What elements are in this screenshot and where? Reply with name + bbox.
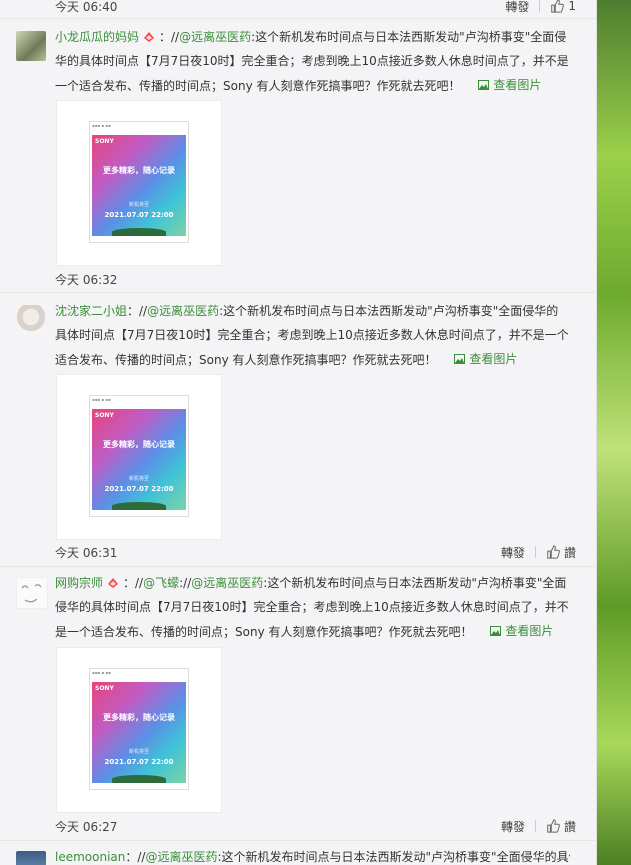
comment-item: 网购宗师 ：//@飞蠓://@远离巫医药:这个新机发布时间点与日本法西斯发动"卢沟… xyxy=(0,566,596,839)
thumbs-up-icon xyxy=(547,819,560,833)
repost-prefix: ：// xyxy=(127,304,148,318)
image-icon xyxy=(478,80,490,90)
view-image-link[interactable]: 查看图片 xyxy=(478,73,541,97)
avatar[interactable] xyxy=(16,577,48,609)
like-label: 讚 xyxy=(563,819,576,834)
poster-thumbnail: ▪▪▪ ▪ ▪▪ SONY 更多精彩，随心记录 新机将至 2021.07.07 … xyxy=(89,668,189,790)
comment-time: 今天 06:27 xyxy=(55,819,118,834)
poster-slogan: 更多精彩，随心记录 xyxy=(103,713,175,722)
poster-planet xyxy=(112,502,166,510)
like-button[interactable]: 讚 xyxy=(546,818,576,835)
poster-brand: SONY xyxy=(95,412,114,419)
poster-planet xyxy=(112,775,166,783)
comment-time: 今天 06:31 xyxy=(55,545,118,560)
like-label: 讚 xyxy=(563,545,576,560)
comment-item: 小龙瓜瓜的妈妈 ：//@远离巫医药:这个新机发布时间点与日本法西斯发动"卢沟桥事变… xyxy=(0,18,596,291)
divider xyxy=(539,0,541,12)
view-image-link[interactable]: 查看图片 xyxy=(454,347,517,371)
divider xyxy=(534,820,536,832)
poster-slogan: 更多精彩，随心记录 xyxy=(103,166,175,175)
comment-item: 沈沈家二小姐：//@远离巫医药:这个新机发布时间点与日本法西斯发动"卢沟桥事变"… xyxy=(0,292,596,565)
comment-text: 网购宗师 ：//@飞蠓://@远离巫医药:这个新机发布时间点与日本法西斯发动"卢沟… xyxy=(55,571,570,644)
poster-brand: SONY xyxy=(95,138,114,145)
view-image-link[interactable]: 查看图片 xyxy=(490,619,553,643)
divider xyxy=(534,546,536,558)
thumbs-up-icon xyxy=(547,545,560,559)
avatar[interactable] xyxy=(16,305,46,335)
repost-prefix: ：// xyxy=(123,576,144,590)
poster-date: 2021.07.07 22:00 xyxy=(104,485,174,493)
thumbs-up-icon xyxy=(551,0,565,13)
mention-link[interactable]: @远离巫医药 xyxy=(179,30,251,44)
username-link[interactable]: 沈沈家二小姐 xyxy=(55,304,127,318)
comment-text: 小龙瓜瓜的妈妈 ：//@远离巫医药:这个新机发布时间点与日本法西斯发动"卢沟桥事变… xyxy=(55,25,570,98)
poster-subtitle: 新机将至 xyxy=(128,476,149,482)
poster-subtitle: 新机将至 xyxy=(128,749,149,755)
username-link[interactable]: 小龙瓜瓜的妈妈 xyxy=(55,30,139,44)
comment-feed: 今天 06:40 轉發 1 小龙瓜瓜的妈妈 ：//@远离巫医药:这个新机发布时间点… xyxy=(0,0,597,865)
poster-header: ▪▪▪ ▪ ▪▪ xyxy=(92,670,111,675)
member-badge-icon xyxy=(144,32,155,42)
member-badge-icon xyxy=(108,578,119,588)
avatar[interactable] xyxy=(16,851,46,865)
poster-brand: SONY xyxy=(95,685,114,692)
background-photo-edge xyxy=(596,0,631,865)
comment-time: 今天 06:32 xyxy=(55,272,118,287)
comment-meta-row: 今天 06:31 轉發 讚 xyxy=(55,542,576,562)
poster-subtitle: 新机将至 xyxy=(128,202,149,208)
repost-separator: :// xyxy=(179,576,192,590)
poster-thumbnail: ▪▪▪ ▪ ▪▪ SONY 更多精彩，随心记录 新机将至 2021.07.07 … xyxy=(89,121,189,243)
forward-button[interactable]: 轉發 xyxy=(505,0,529,15)
avatar[interactable] xyxy=(16,31,46,61)
comment-meta-row: 今天 06:27 轉發 讚 xyxy=(55,816,576,836)
image-icon xyxy=(490,626,502,636)
view-image-label: 查看图片 xyxy=(493,78,542,92)
username-link[interactable]: leemoonian xyxy=(55,850,125,864)
attached-image[interactable]: ▪▪▪ ▪ ▪▪ SONY 更多精彩，随心记录 新机将至 2021.07.07 … xyxy=(56,647,222,813)
comment-meta-row: 今天 06:40 轉發 1 xyxy=(55,0,576,16)
comment-time: 今天 06:40 xyxy=(55,0,118,14)
like-button[interactable]: 讚 xyxy=(546,544,576,561)
repost-prefix: ：// xyxy=(125,850,146,864)
poster-thumbnail: ▪▪▪ ▪ ▪▪ SONY 更多精彩，随心记录 新机将至 2021.07.07 … xyxy=(89,395,189,517)
repost-prefix: ：// xyxy=(159,30,180,44)
poster-date: 2021.07.07 22:00 xyxy=(104,758,174,766)
avatar-doodle-icon xyxy=(21,584,42,603)
view-image-label: 查看图片 xyxy=(469,352,518,366)
poster-header: ▪▪▪ ▪ ▪▪ xyxy=(92,397,111,402)
attached-image[interactable]: ▪▪▪ ▪ ▪▪ SONY 更多精彩，随心记录 新机将至 2021.07.07 … xyxy=(56,100,222,266)
like-button[interactable]: 1 xyxy=(550,0,576,13)
forward-button[interactable]: 轉發 xyxy=(501,544,525,561)
mention-link[interactable]: @飞蠓 xyxy=(143,576,179,590)
comment-meta-row: 今天 06:32 xyxy=(55,269,576,289)
mention-link[interactable]: @远离巫医药 xyxy=(147,304,219,318)
username-link[interactable]: 网购宗师 xyxy=(55,576,103,590)
comment-item: leemoonian：//@远离巫医药:这个新机发布时间点与日本法西斯发动"卢沟… xyxy=(0,840,596,865)
poster-header: ▪▪▪ ▪ ▪▪ xyxy=(92,123,111,128)
poster-slogan: 更多精彩，随心记录 xyxy=(103,440,175,449)
forward-button[interactable]: 轉發 xyxy=(501,818,525,835)
like-count: 1 xyxy=(568,0,576,13)
comment-text: 沈沈家二小姐：//@远离巫医药:这个新机发布时间点与日本法西斯发动"卢沟桥事变"… xyxy=(55,299,570,372)
comment-body: :这个新机发布时间点与日本法西斯发动"卢沟桥事变"全面侵华的具体 xyxy=(217,850,570,864)
comment-text: leemoonian：//@远离巫医药:这个新机发布时间点与日本法西斯发动"卢沟… xyxy=(55,845,570,865)
mention-link[interactable]: @远离巫医药 xyxy=(191,576,263,590)
image-icon xyxy=(454,354,466,364)
view-image-label: 查看图片 xyxy=(505,624,554,638)
poster-date: 2021.07.07 22:00 xyxy=(104,211,174,219)
poster-planet xyxy=(112,228,166,236)
mention-link[interactable]: @远离巫医药 xyxy=(145,850,217,864)
attached-image[interactable]: ▪▪▪ ▪ ▪▪ SONY 更多精彩，随心记录 新机将至 2021.07.07 … xyxy=(56,374,222,540)
